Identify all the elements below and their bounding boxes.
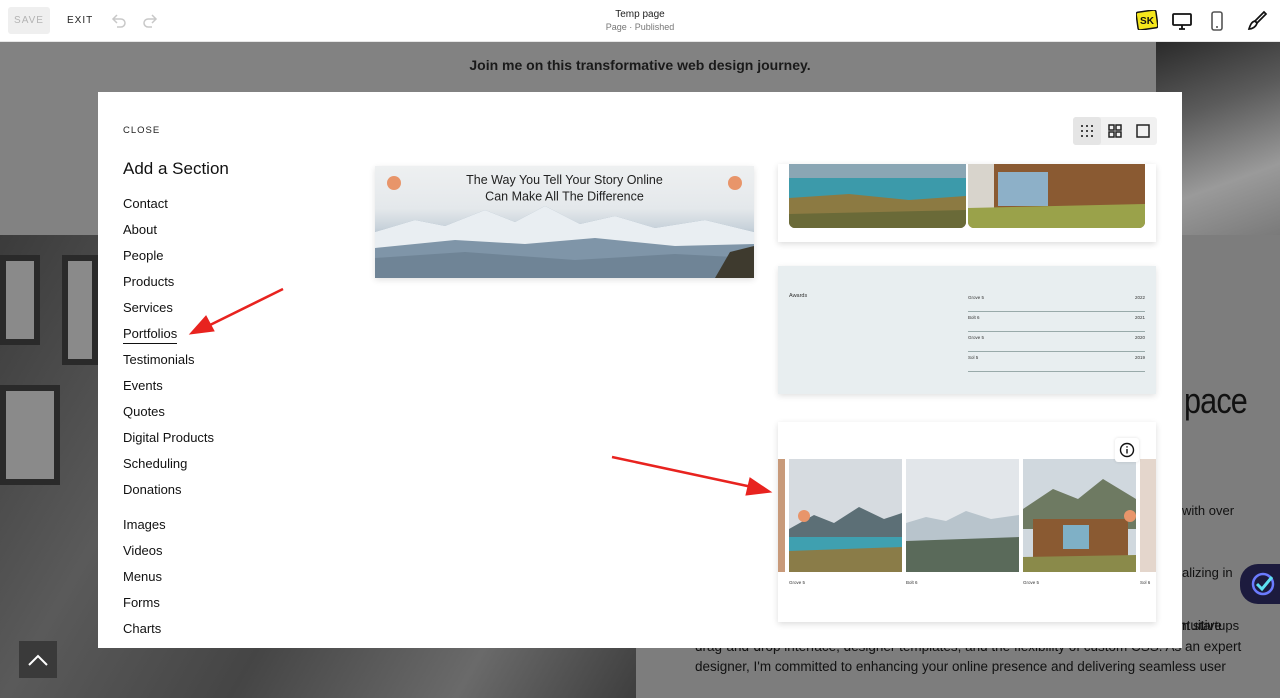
award-row: Sol 5 2019 (968, 352, 1145, 372)
portfolio-image-cabin (1023, 459, 1136, 572)
sk-extension-icon[interactable]: SK (1136, 10, 1158, 30)
portfolio-image-mountains (906, 459, 1019, 572)
section-category-portfolios[interactable]: Portfolios (123, 324, 214, 350)
editor-toolbar: SAVE EXIT Temp page Page · Published SK (0, 0, 1280, 42)
grid-icon (1108, 124, 1122, 138)
slider-prev-dot (387, 176, 401, 190)
slider-prev-dot (798, 510, 810, 522)
portfolio-caption: Grove 5 (789, 580, 806, 585)
medium-grid-view-button[interactable] (1101, 117, 1129, 145)
section-category-about[interactable]: About (123, 220, 214, 246)
image-gallery-section-preview[interactable] (778, 164, 1156, 242)
mountain-image (375, 206, 754, 278)
info-icon (1119, 442, 1135, 458)
exit-button[interactable]: EXIT (60, 7, 100, 34)
large-view-button[interactable] (1129, 117, 1157, 145)
background-headline: Join me on this transformative web desig… (469, 57, 811, 73)
portfolio-image-edge (1140, 459, 1156, 572)
portfolio-section-preview[interactable]: Grove 5 Bolt 6 Grove 5 Sol 6 (778, 422, 1156, 622)
save-button[interactable]: SAVE (8, 7, 50, 34)
section-category-people[interactable]: People (123, 246, 214, 272)
award-row: Grove 5 2020 (968, 332, 1145, 352)
awards-label: Awards (789, 293, 808, 299)
section-category-events[interactable]: Events (123, 376, 214, 402)
portfolio-caption: Bolt 6 (906, 580, 918, 585)
awards-list-section-preview[interactable]: Awards Grove 5 2022 Bolt 6 2021 Grove 5 202… (778, 266, 1156, 394)
background-text-fragment: with over (1182, 503, 1235, 518)
award-row: Bolt 6 2021 (968, 312, 1145, 332)
section-category-forms[interactable]: Forms (123, 593, 214, 619)
page-status: Page · Published (605, 22, 675, 32)
section-category-menus[interactable]: Menus (123, 567, 214, 593)
section-category-testimonials[interactable]: Testimonials (123, 350, 214, 376)
section-category-donations[interactable]: Donations (123, 480, 214, 506)
view-toggle-group (1073, 117, 1157, 145)
redo-icon[interactable] (142, 12, 160, 30)
section-category-digital-products[interactable]: Digital Products (123, 428, 214, 454)
add-section-modal: CLOSE Add a Section Contact About People… (98, 92, 1182, 648)
slider-next-dot (1124, 510, 1136, 522)
cabin-image (968, 164, 1145, 228)
sk-badge-label: SK (1140, 16, 1155, 27)
modal-title: Add a Section (123, 159, 229, 178)
page-info[interactable]: Temp page Page · Published (540, 9, 740, 33)
section-category-quotes[interactable]: Quotes (123, 402, 214, 428)
lake-image (789, 164, 966, 228)
section-category-images[interactable]: Images (123, 515, 214, 541)
section-category-contact[interactable]: Contact (123, 194, 214, 220)
page-title: Temp page (615, 9, 665, 20)
background-text-fragment: alizing in (1182, 565, 1233, 580)
scroll-to-top-button[interactable] (19, 641, 57, 678)
undo-icon[interactable] (109, 12, 127, 30)
slider-next-dot (728, 176, 742, 190)
dot-grid-icon (1081, 125, 1093, 137)
paintbrush-icon[interactable] (1246, 10, 1268, 32)
section-category-services[interactable]: Services (123, 298, 214, 324)
desktop-view-icon[interactable] (1171, 10, 1193, 32)
section-category-charts[interactable]: Charts (123, 619, 214, 645)
section-category-products[interactable]: Products (123, 272, 214, 298)
background-heading-fragment: pace (1184, 380, 1248, 421)
hero-section-preview[interactable]: The Way You Tell Your Story Online Can M… (375, 166, 754, 278)
chevron-up-icon (28, 654, 48, 666)
portfolio-caption: Sol 6 (1140, 580, 1151, 585)
section-category-scheduling[interactable]: Scheduling (123, 454, 214, 480)
check-badge-icon (1251, 572, 1275, 596)
award-row: Grove 5 2022 (968, 292, 1145, 312)
section-category-list: Contact About People Products Services P… (123, 194, 214, 645)
hero-preview-title: The Way You Tell Your Story Online Can M… (466, 172, 663, 204)
mobile-view-icon[interactable] (1208, 10, 1226, 32)
portfolio-image-edge (778, 459, 785, 572)
section-category-videos[interactable]: Videos (123, 541, 214, 567)
small-grid-view-button[interactable] (1073, 117, 1101, 145)
assistant-badge[interactable] (1240, 564, 1280, 604)
square-icon (1136, 124, 1150, 138)
close-button[interactable]: CLOSE (123, 125, 160, 136)
portfolio-caption: Grove 5 (1023, 580, 1040, 585)
info-button[interactable] (1115, 438, 1139, 462)
